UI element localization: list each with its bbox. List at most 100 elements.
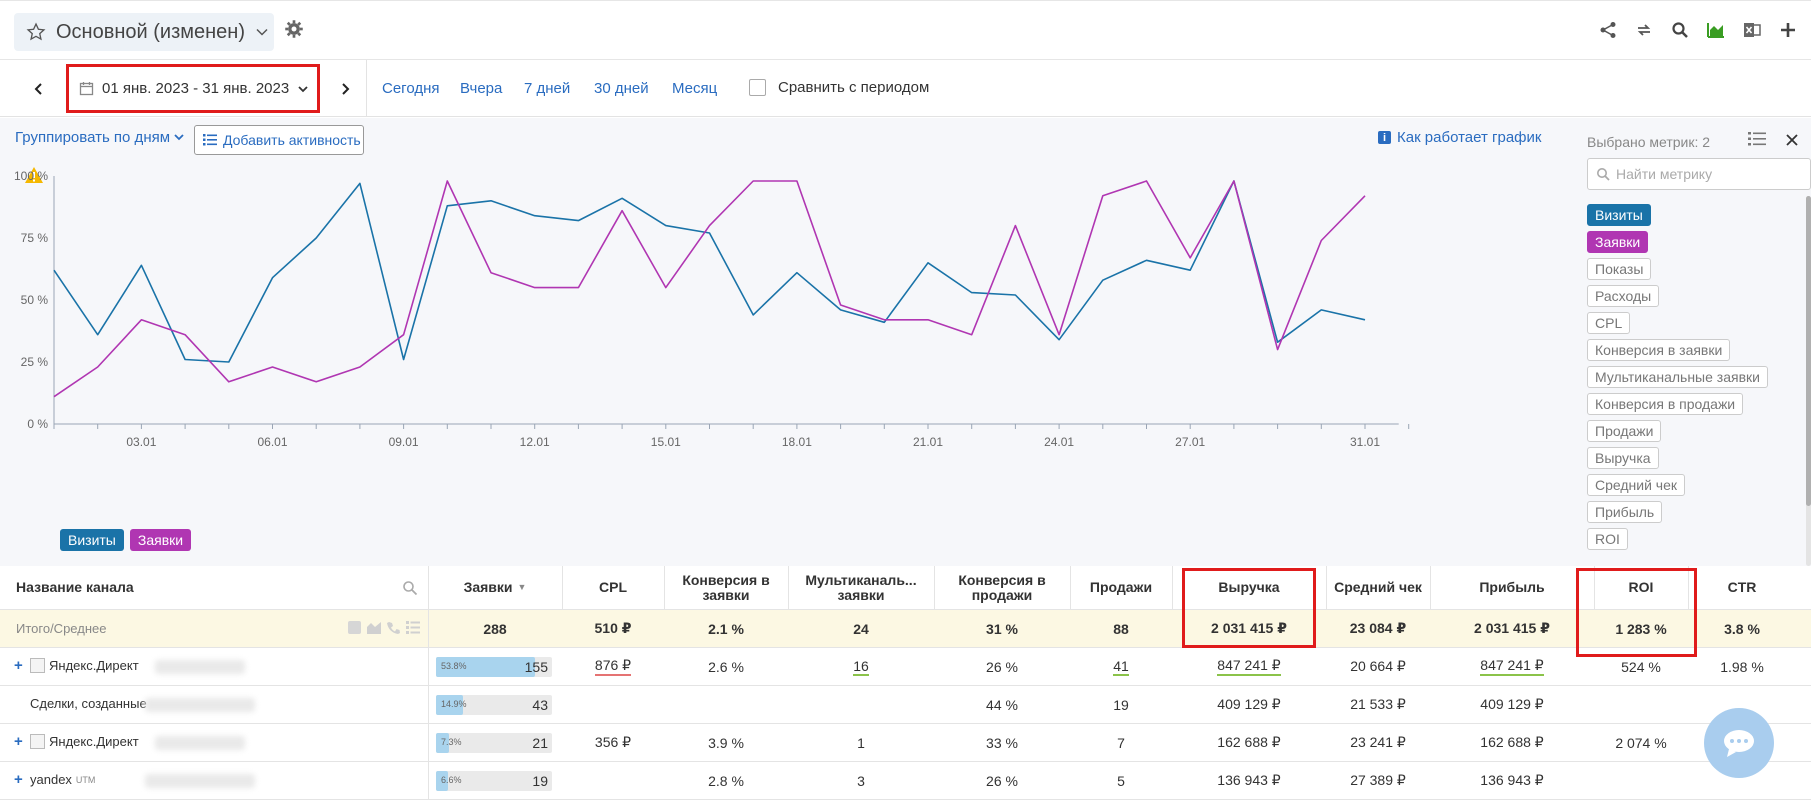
list-view-icon[interactable] [1748,132,1766,149]
star-icon[interactable] [26,22,46,42]
quick-period-yesterday[interactable]: Вчера [460,80,502,97]
plus-icon[interactable] [1777,19,1799,41]
metric-chip[interactable]: Мультиканальные заявки [1587,366,1768,388]
sort-desc-icon: ▼ [517,582,527,592]
prev-period-button[interactable] [18,60,60,117]
metric-chip[interactable]: Продажи [1587,420,1662,442]
next-period-button[interactable] [324,60,366,117]
area-chart-icon[interactable] [367,621,381,637]
channel-name[interactable]: Сделки, созданные [30,696,147,711]
row-revenue-value[interactable]: 847 241 ₽ [1217,657,1281,676]
col-header-profit[interactable]: Прибыль [1430,566,1594,609]
excel-icon[interactable] [1741,19,1763,41]
row-profit: 847 241 ₽ [1430,648,1594,685]
metric-chip[interactable]: CPL [1587,312,1631,334]
expand-row-button[interactable]: + [14,771,23,788]
row-conv-leads: 2.8 % [664,762,788,799]
channel-name[interactable]: yandex [30,772,72,787]
scrollbar-thumb[interactable] [1806,196,1811,506]
series-line-0[interactable] [53,180,1366,363]
metrics-scrollbar[interactable] [1806,196,1811,566]
col-header-avg-check[interactable]: Средний чек [1326,566,1430,609]
close-icon[interactable] [1786,130,1798,151]
metric-chip[interactable]: Средний чек [1587,474,1686,496]
gear-icon[interactable] [284,19,304,42]
row-roi [1594,762,1688,799]
col-header-channel[interactable]: Название канала [16,566,396,609]
col-header-conv-leads[interactable]: Конверсия в заявки [664,566,788,609]
metric-search-input[interactable]: Найти метрику [1587,158,1811,190]
total-label: Итого/Среднее [16,621,107,636]
group-by-dropdown[interactable]: Группировать по дням [15,129,184,146]
row-revenue: 162 688 ₽ [1172,724,1326,761]
legend-visits[interactable]: Визиты [60,529,124,551]
broken-image-icon [30,658,45,673]
metric-chip[interactable]: Визиты [1587,204,1651,226]
col-header-sales[interactable]: Продажи [1070,566,1172,609]
metric-chip[interactable]: Конверсия в продажи [1587,393,1744,415]
metric-chip[interactable]: Выручка [1587,447,1659,469]
col-header-conv-sales[interactable]: Конверсия в продажи [934,566,1070,609]
metric-chip[interactable]: Прибыль [1587,501,1663,523]
row-multichannel-value: 1 [857,734,865,751]
col-header-multichannel[interactable]: Мультиканаль... заявки [788,566,934,609]
row-cpl [562,686,664,723]
share-icon[interactable] [1597,19,1619,41]
row-cpl [562,762,664,799]
chart-grid [53,176,1399,425]
row-sales-value[interactable]: 41 [1113,658,1129,676]
report-selector[interactable]: Основной (изменен) [14,13,274,51]
legend-leads[interactable]: Заявки [129,529,192,551]
compare-period-toggle[interactable]: Сравнить с периодом [749,79,929,96]
search-icon[interactable] [1669,19,1691,41]
row-conv-sales-value: 26 % [986,658,1018,675]
row-conv-sales: 26 % [934,648,1070,685]
quick-period-today[interactable]: Сегодня [382,80,440,97]
expand-row-button[interactable]: + [14,733,23,750]
total-profit: 2 031 415 ₽ [1474,620,1550,636]
compare-checkbox[interactable] [749,79,766,96]
col-header-cpl[interactable]: CPL [562,566,664,609]
refresh-icon[interactable] [1633,19,1655,41]
x-tick-label: 06.01 [257,435,287,449]
channel-name[interactable]: Яндекс.Директ [49,658,139,673]
quick-period-30-days[interactable]: 30 дней [594,80,649,97]
row-conv-leads: 3.9 % [664,724,788,761]
row-roi-value: 2 074 % [1615,734,1667,751]
quick-period-month[interactable]: Месяц [672,80,717,97]
row-multichannel-value[interactable]: 16 [853,658,869,676]
table-row[interactable]: + Яндекс.Директ 53.8% 155 876 ₽ 2.6 % 16 26 … [0,648,1811,686]
date-range-picker[interactable]: 01 янв. 2023 - 31 янв. 2023 [66,64,320,113]
row-avg-check-value: 23 241 ₽ [1350,734,1406,750]
col-header-leads[interactable]: Заявки ▼ [428,566,562,609]
add-activity-button[interactable]: Добавить активность [194,125,364,155]
chart-icon[interactable] [1705,19,1727,41]
metric-chip[interactable]: Заявки [1587,231,1649,253]
table-row[interactable]: Сделки, созданные 14.9% 43 44 % 19 409 129… [0,686,1811,724]
table-row[interactable]: + Яндекс.Директ 7.3% 21 356 ₽ 3.9 % 1 33 % 7 1… [0,724,1811,762]
row-revenue-value: 136 943 ₽ [1217,772,1281,788]
row-profit-value[interactable]: 847 241 ₽ [1480,657,1544,676]
quick-period-7-days[interactable]: 7 дней [524,80,570,97]
row-cpl-value[interactable]: 876 ₽ [594,657,632,676]
y-tick-label: 100 % [14,169,48,183]
metric-chip[interactable]: Конверсия в заявки [1587,339,1731,361]
table-row[interactable]: + yandex UTM 6.6% 19 2.8 % 3 26 % 5 136 943 ₽ 2… [0,762,1811,800]
search-icon[interactable] [402,580,418,599]
row-sales: 7 [1070,724,1172,761]
row-conv-leads [664,686,788,723]
metric-chip[interactable]: Расходы [1587,285,1660,307]
square-icon[interactable] [348,621,361,634]
list-icon[interactable] [406,621,420,637]
channel-name[interactable]: Яндекс.Директ [49,734,139,749]
chat-button[interactable] [1704,708,1774,778]
row-multichannel: 16 [788,648,934,685]
phone-icon[interactable] [387,621,400,637]
expand-row-button[interactable]: + [14,657,23,674]
how-chart-works-link[interactable]: i Как работает график [1378,129,1541,146]
series-line-1[interactable] [53,180,1366,398]
leads-share-pct: 7.3% [441,737,462,747]
col-header-ctr[interactable]: CTR [1688,566,1796,609]
metric-chip[interactable]: ROI [1587,528,1628,550]
metric-chip[interactable]: Показы [1587,258,1652,280]
